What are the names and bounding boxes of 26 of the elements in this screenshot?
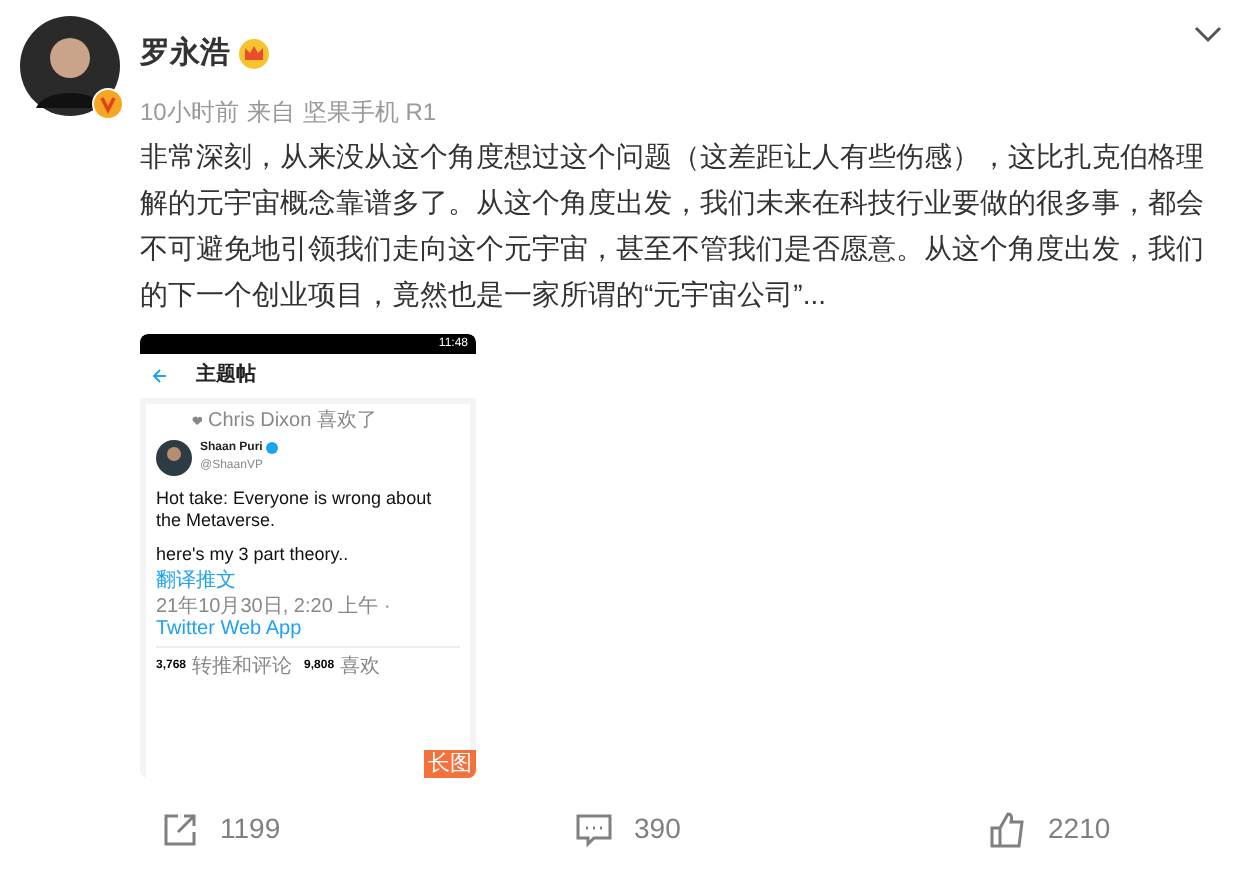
like-button[interactable]: 2210 — [828, 808, 1242, 850]
author-name[interactable]: 罗永浩 — [140, 32, 230, 77]
share-icon — [160, 809, 200, 849]
long-image-badge: 长图 — [424, 749, 476, 777]
comment-icon — [574, 809, 614, 849]
client-link[interactable]: Twitter Web App — [156, 617, 302, 639]
repost-button[interactable]: 1199 — [0, 808, 414, 850]
liked-by-text: Chris Dixon 喜欢了 — [208, 409, 377, 433]
tweet-timestamp: 21年10月30日, 2:20 上午 · Twitter Web App — [156, 595, 393, 639]
back-arrow-icon[interactable] — [152, 367, 168, 383]
post-text: 非常深刻，从来没从这个角度想过这个问题（这差距让人有些伤感），这比扎克伯格理解的元宇宙概念靠谱多了。从这个角度出发，我们未来在科技行业要做的很多事，都会不可避免地引领我们走向这个元宇宙，甚至不管我们是否愿意。从这个角度出发，我们的下一个创业项目，竟然也是一家所谓的“元宇宙公司”... — [140, 137, 1206, 313]
tweet-avatar — [156, 439, 192, 475]
post-time[interactable]: 10小时前 — [140, 93, 239, 129]
thumbs-up-icon — [988, 809, 1028, 849]
heart-icon — [192, 416, 202, 426]
like-label: 喜欢 — [340, 653, 381, 681]
tweet-text: Hot take: Everyone is wrong about the Metaverse. — [156, 487, 434, 531]
header-title: 主题帖 — [196, 360, 256, 390]
source-device[interactable]: 坚果手机 R1 — [302, 93, 437, 129]
chevron-down-icon[interactable] — [1194, 24, 1222, 44]
retweet-label: 转推和评论 — [192, 653, 293, 681]
comment-button[interactable]: 390 — [414, 808, 828, 850]
avatar[interactable] — [20, 16, 120, 116]
translate-link[interactable]: 翻译推文 — [156, 569, 460, 593]
source-label: 来自 — [246, 95, 295, 129]
tweet-text: here's my 3 part theory.. — [156, 543, 351, 565]
